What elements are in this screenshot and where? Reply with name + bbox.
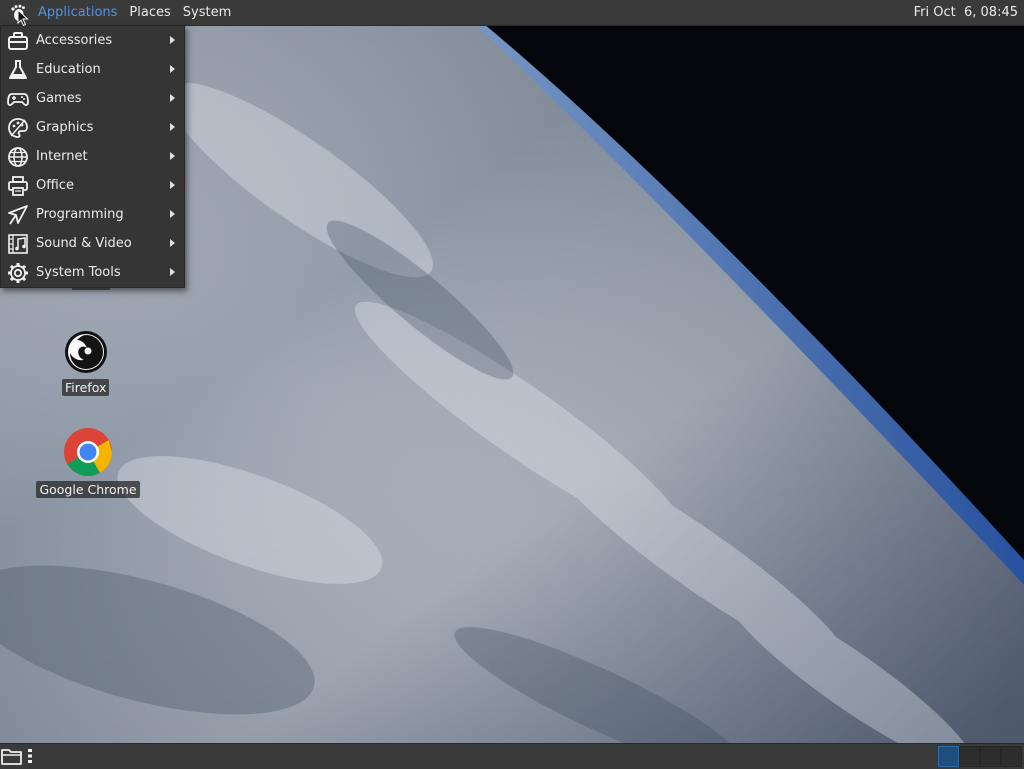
flask-icon — [6, 58, 30, 82]
places-menu[interactable]: Places — [123, 0, 176, 25]
applications-dropdown: Accessories Education Games Graphics Int… — [0, 25, 185, 288]
show-desktop-icon[interactable] — [1, 746, 23, 766]
menu-item-label: System Tools — [36, 265, 121, 280]
submenu-arrow-icon — [170, 239, 175, 247]
menu-item-label: Graphics — [36, 120, 94, 135]
top-panel: Applications Places System Fri Oct 6, 08… — [0, 0, 1024, 26]
submenu-arrow-icon — [170, 65, 175, 73]
palette-icon — [6, 116, 30, 140]
menu-item-internet[interactable]: Internet — [1, 142, 184, 171]
workspace-1[interactable] — [938, 746, 959, 767]
workspace-4[interactable] — [1001, 746, 1022, 767]
menu-item-label: Education — [36, 62, 101, 77]
chrome-icon — [64, 428, 112, 477]
menu-item-label: Sound & Video — [36, 236, 132, 251]
menu-item-label: Office — [36, 178, 74, 193]
menu-item-label: Programming — [36, 207, 124, 222]
mouse-cursor-icon — [17, 9, 29, 27]
menu-item-accessories[interactable]: Accessories — [1, 26, 184, 55]
cursor-arrow-icon — [6, 203, 30, 227]
panel-grip-icon[interactable] — [28, 749, 32, 763]
submenu-arrow-icon — [170, 94, 175, 102]
menu-item-games[interactable]: Games — [1, 84, 184, 113]
menu-item-office[interactable]: Office — [1, 171, 184, 200]
globe-icon — [6, 145, 30, 169]
submenu-arrow-icon — [170, 210, 175, 218]
menu-item-sound-video[interactable]: Sound & Video — [1, 229, 184, 258]
submenu-arrow-icon — [170, 181, 175, 189]
desktop-icon-google-chrome[interactable]: Google Chrome — [36, 427, 140, 498]
menu-item-graphics[interactable]: Graphics — [1, 113, 184, 142]
desktop-icon-firefox[interactable]: Firefox — [62, 329, 110, 396]
system-menu[interactable]: System — [177, 0, 237, 25]
gamepad-icon — [6, 87, 30, 111]
menu-item-label: Games — [36, 91, 82, 106]
menu-item-programming[interactable]: Programming — [1, 200, 184, 229]
workspace-3[interactable] — [980, 746, 1001, 767]
printer-icon — [6, 174, 30, 198]
workspace-2[interactable] — [959, 746, 980, 767]
menu-item-label: Accessories — [36, 33, 113, 48]
desktop-icon-label: Google Chrome — [36, 481, 140, 498]
menu-item-label: Internet — [36, 149, 88, 164]
desktop-icon-label: Firefox — [62, 379, 110, 396]
briefcase-icon — [6, 29, 30, 53]
submenu-arrow-icon — [170, 123, 175, 131]
firefox-icon — [64, 331, 107, 373]
applications-menu[interactable]: Applications — [32, 0, 123, 25]
submenu-arrow-icon — [170, 36, 175, 44]
film-music-icon — [6, 232, 30, 256]
bottom-panel — [0, 743, 1024, 769]
submenu-arrow-icon — [170, 268, 175, 276]
panel-clock[interactable]: Fri Oct 6, 08:45 — [914, 0, 1018, 25]
menu-item-system-tools[interactable]: System Tools — [1, 258, 184, 287]
menu-item-education[interactable]: Education — [1, 55, 184, 84]
submenu-arrow-icon — [170, 152, 175, 160]
gear-icon — [6, 261, 30, 285]
